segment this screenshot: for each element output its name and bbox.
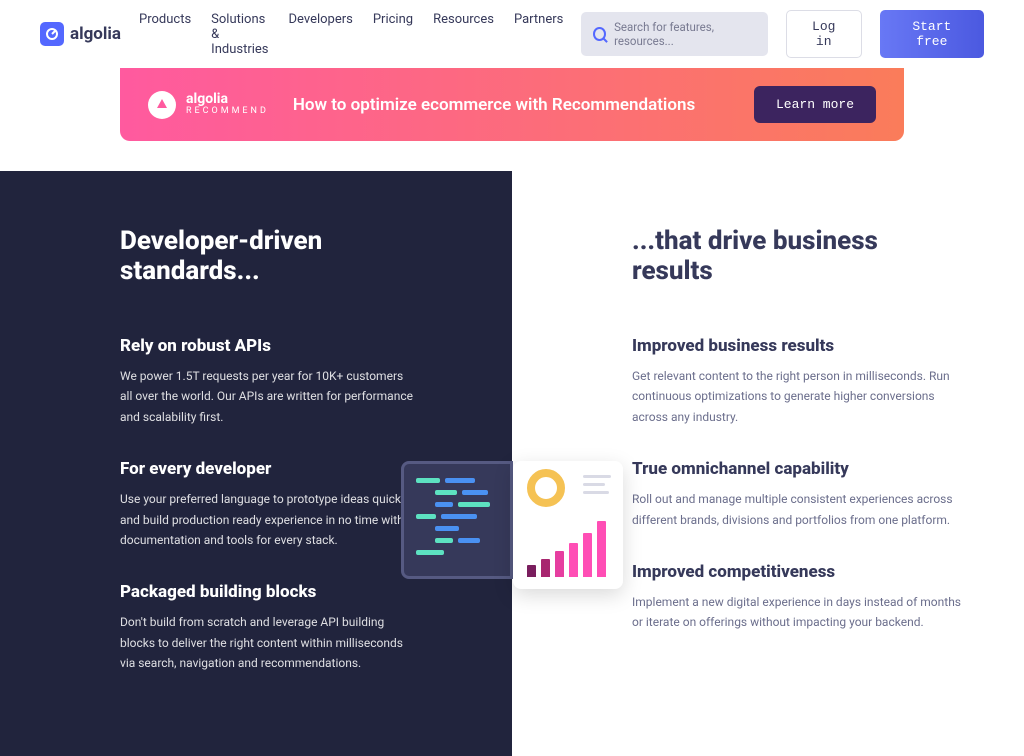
nav-resources[interactable]: Resources	[433, 12, 494, 57]
nav-partners[interactable]: Partners	[514, 12, 563, 57]
two-column-section: Developer-driven standards... Rely on ro…	[0, 171, 1024, 756]
feature-title: True omnichannel capability	[632, 459, 964, 479]
code-card-illustration	[401, 461, 513, 579]
feature-competitiveness: Improved competitiveness Implement a new…	[632, 562, 964, 633]
banner-container: algolia RECOMMEND How to optimize ecomme…	[0, 68, 1024, 171]
banner-subbrand: RECOMMEND	[186, 107, 269, 117]
right-title: ...that drive business results	[632, 226, 964, 286]
nav-developers[interactable]: Developers	[289, 12, 353, 57]
feature-developer: For every developer Use your preferred l…	[120, 459, 417, 550]
nav-pricing[interactable]: Pricing	[373, 12, 413, 57]
feature-body: Implement a new digital experience in da…	[632, 592, 964, 633]
nav-products[interactable]: Products	[139, 12, 191, 57]
feature-blocks: Packaged building blocks Don't build fro…	[120, 582, 417, 673]
main-nav: Products Solutions & Industries Develope…	[139, 12, 563, 57]
banner-brand: algolia	[186, 92, 269, 107]
nav-solutions[interactable]: Solutions & Industries	[211, 12, 268, 57]
feature-title: Improved business results	[632, 336, 964, 356]
donut-icon	[527, 469, 565, 507]
search-icon	[593, 27, 606, 41]
feature-omnichannel: True omnichannel capability Roll out and…	[632, 459, 964, 530]
promo-banner: algolia RECOMMEND How to optimize ecomme…	[120, 68, 904, 141]
start-free-button[interactable]: Start free	[880, 10, 984, 58]
feature-title: Packaged building blocks	[120, 582, 417, 602]
learn-more-button[interactable]: Learn more	[754, 86, 876, 123]
left-title: Developer-driven standards...	[120, 226, 417, 286]
feature-body: We power 1.5T requests per year for 10K+…	[120, 366, 417, 427]
feature-body: Get relevant content to the right person…	[632, 366, 964, 427]
feature-results: Improved business results Get relevant c…	[632, 336, 964, 427]
search-input[interactable]: Search for features, resources...	[581, 12, 767, 56]
feature-body: Don't build from scratch and leverage AP…	[120, 612, 417, 673]
brand-logo[interactable]: algolia	[40, 22, 121, 46]
site-header: algolia Products Solutions & Industries …	[0, 0, 1024, 68]
login-button[interactable]: Log in	[786, 10, 862, 58]
feature-title: Rely on robust APIs	[120, 336, 417, 356]
center-illustration	[401, 461, 623, 589]
search-placeholder: Search for features, resources...	[614, 20, 756, 48]
bar-chart-icon	[527, 521, 606, 577]
logo-icon	[40, 22, 64, 46]
brand-name: algolia	[70, 24, 121, 44]
feature-title: For every developer	[120, 459, 417, 479]
recommend-icon	[148, 91, 176, 119]
feature-body: Use your preferred language to prototype…	[120, 489, 417, 550]
feature-apis: Rely on robust APIs We power 1.5T reques…	[120, 336, 417, 427]
feature-title: Improved competitiveness	[632, 562, 964, 582]
banner-headline: How to optimize ecommerce with Recommend…	[293, 95, 730, 115]
banner-logo: algolia RECOMMEND	[148, 91, 269, 119]
feature-body: Roll out and manage multiple consistent …	[632, 489, 964, 530]
chart-card-illustration	[513, 461, 623, 589]
